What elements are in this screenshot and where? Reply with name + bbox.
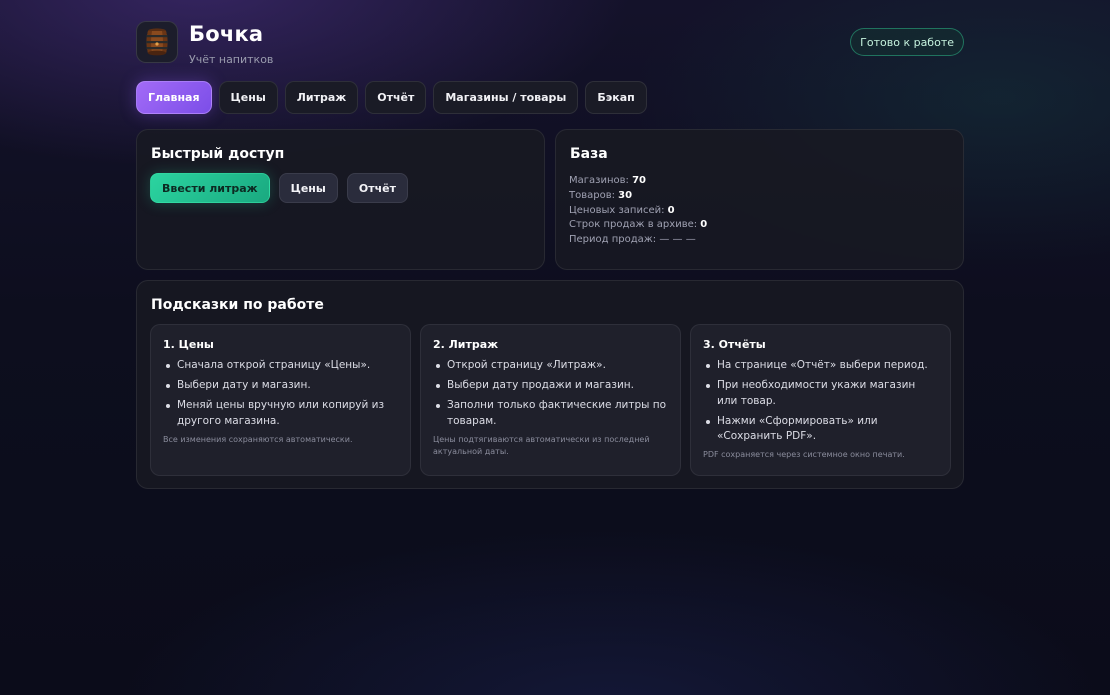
report-button[interactable]: Отчёт <box>346 173 408 203</box>
prices-button[interactable]: Цены <box>278 173 338 203</box>
quick-access-title: Быстрый доступ <box>151 146 285 162</box>
barrel-icon <box>136 21 178 63</box>
tab-stores-products[interactable]: Магазины / товары <box>433 81 579 114</box>
enter-volume-button[interactable]: Ввести литраж <box>150 173 270 203</box>
stat-value: 30 <box>618 189 633 201</box>
app-subtitle: Учёт напитков <box>189 53 274 66</box>
tip-list: На странице «Отчёт» выбери период. При н… <box>703 358 938 445</box>
database-card: База Магазинов: 70 Товаров: 30 Ценовых з… <box>555 129 964 270</box>
tip-title: 3. Отчёты <box>703 338 766 351</box>
stat-value: 0 <box>700 219 708 231</box>
list-item: Сначала открой страницу «Цены». <box>166 358 398 374</box>
list-item: Меняй цены вручную или копируй из другог… <box>166 398 398 429</box>
stat-products: Товаров: 30 <box>569 189 633 201</box>
tips-card: Подсказки по работе 1. Цены Сначала откр… <box>136 280 964 489</box>
tab-volume[interactable]: Литраж <box>284 81 359 114</box>
status-badge: Готово к работе <box>850 28 964 56</box>
stat-value: 70 <box>632 175 646 186</box>
list-item: При необходимости укажи магазин или това… <box>706 378 938 409</box>
tip-note: Цены подтягиваются автоматически из посл… <box>433 434 650 457</box>
tab-report[interactable]: Отчёт <box>365 81 427 114</box>
quick-access-card: Быстрый доступ Ввести литраж Цены Отчёт <box>136 129 545 270</box>
tip-reports: 3. Отчёты На странице «Отчёт» выбери пер… <box>690 324 951 476</box>
tip-volume: 2. Литраж Открой страницу «Литраж». Выбе… <box>420 324 681 476</box>
database-title: База <box>570 146 608 162</box>
app-container: Бочка Учёт напитков Готово к работе Глав… <box>136 20 964 489</box>
list-item: Нажми «Сформировать» или «Сохранить PDF»… <box>706 414 938 445</box>
quick-access-buttons: Ввести литраж Цены Отчёт <box>150 173 408 203</box>
stat-price-records: Ценовых записей: 0 <box>569 204 675 216</box>
list-item: Открой страницу «Литраж». <box>436 358 668 374</box>
tip-list: Сначала открой страницу «Цены». Выбери д… <box>163 358 398 429</box>
database-stats: Магазинов: 70 Товаров: 30 Ценовых записе… <box>569 174 707 248</box>
stat-value: 0 <box>667 204 675 216</box>
stat-archived-sales: Строк продаж в архиве: 0 <box>569 219 708 231</box>
list-item: Выбери дату и магазин. <box>166 378 398 394</box>
tip-title: 2. Литраж <box>433 338 499 351</box>
stat-stores: Магазинов: 70 <box>569 175 646 186</box>
tab-backup[interactable]: Бэкап <box>585 81 647 114</box>
list-item: Выбери дату продажи и магазин. <box>436 378 668 394</box>
tip-prices: 1. Цены Сначала открой страницу «Цены». … <box>150 324 411 476</box>
tip-title: 1. Цены <box>163 338 214 351</box>
tab-home[interactable]: Главная <box>136 81 212 114</box>
tips-title: Подсказки по работе <box>151 297 324 313</box>
tip-note: PDF сохраняется через системное окно печ… <box>703 450 905 459</box>
tab-prices[interactable]: Цены <box>218 81 278 114</box>
stat-sales-period: Период продаж: — — — <box>569 234 696 246</box>
app-title: Бочка <box>189 22 264 46</box>
top-row: Быстрый доступ Ввести литраж Цены Отчёт … <box>136 129 964 270</box>
list-item: Заполни только фактические литры по това… <box>436 398 668 429</box>
app-header: Бочка Учёт напитков Готово к работе <box>136 20 964 68</box>
tips-columns: 1. Цены Сначала открой страницу «Цены». … <box>150 324 951 476</box>
tip-list: Открой страницу «Литраж». Выбери дату пр… <box>433 358 668 429</box>
list-item: На странице «Отчёт» выбери период. <box>706 358 938 374</box>
main-tabs: Главная Цены Литраж Отчёт Магазины / тов… <box>136 81 964 114</box>
tip-note: Все изменения сохраняются автоматически. <box>163 434 353 444</box>
stat-value: — — — <box>659 234 696 246</box>
